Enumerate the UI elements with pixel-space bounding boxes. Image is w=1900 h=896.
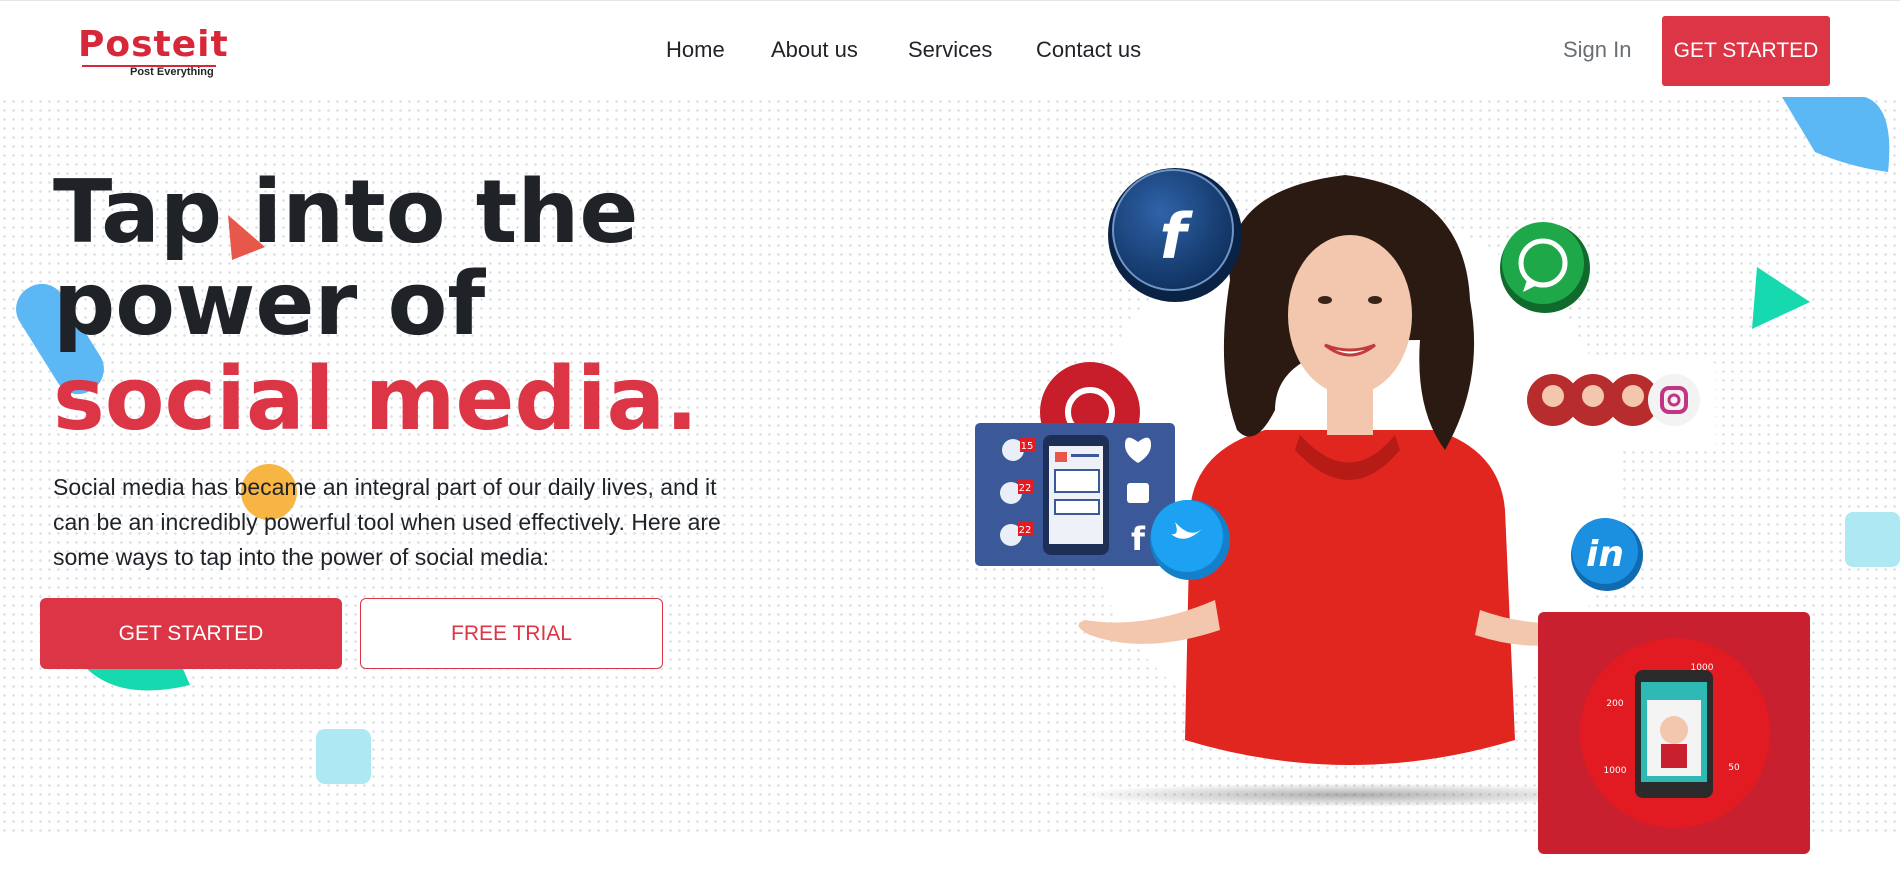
blue-leaf-shape: [1782, 97, 1890, 172]
sign-in-link[interactable]: Sign In: [1563, 35, 1632, 65]
nav-contact-us[interactable]: Contact us: [1036, 35, 1141, 65]
posteit-logo[interactable]: Posteit Post Everything: [78, 23, 228, 79]
logo-wordmark: Posteit: [78, 24, 229, 65]
cyan-square-shape: [1845, 512, 1900, 567]
logo-tagline: Post Everything: [130, 66, 214, 78]
top-navigation-bar: Posteit Post Everything Home About us Se…: [0, 0, 1900, 97]
hero-headline-line3: social media.: [53, 348, 699, 450]
nav-services[interactable]: Services: [908, 35, 992, 65]
hero-headline-line2: power of: [53, 253, 486, 355]
free-trial-button[interactable]: FREE TRIAL: [360, 598, 663, 669]
hero-get-started-button[interactable]: GET STARTED: [40, 598, 342, 669]
hero-headline-line1: Tap into the: [53, 161, 639, 263]
nav-home[interactable]: Home: [666, 35, 725, 65]
header-get-started-button[interactable]: GET STARTED: [1662, 16, 1830, 86]
nav-about-us[interactable]: About us: [771, 35, 858, 65]
hero-description: Social media has became an integral part…: [53, 474, 721, 570]
green-triangle-shape: [1752, 267, 1810, 329]
light-blue-square-shape: [316, 729, 371, 784]
